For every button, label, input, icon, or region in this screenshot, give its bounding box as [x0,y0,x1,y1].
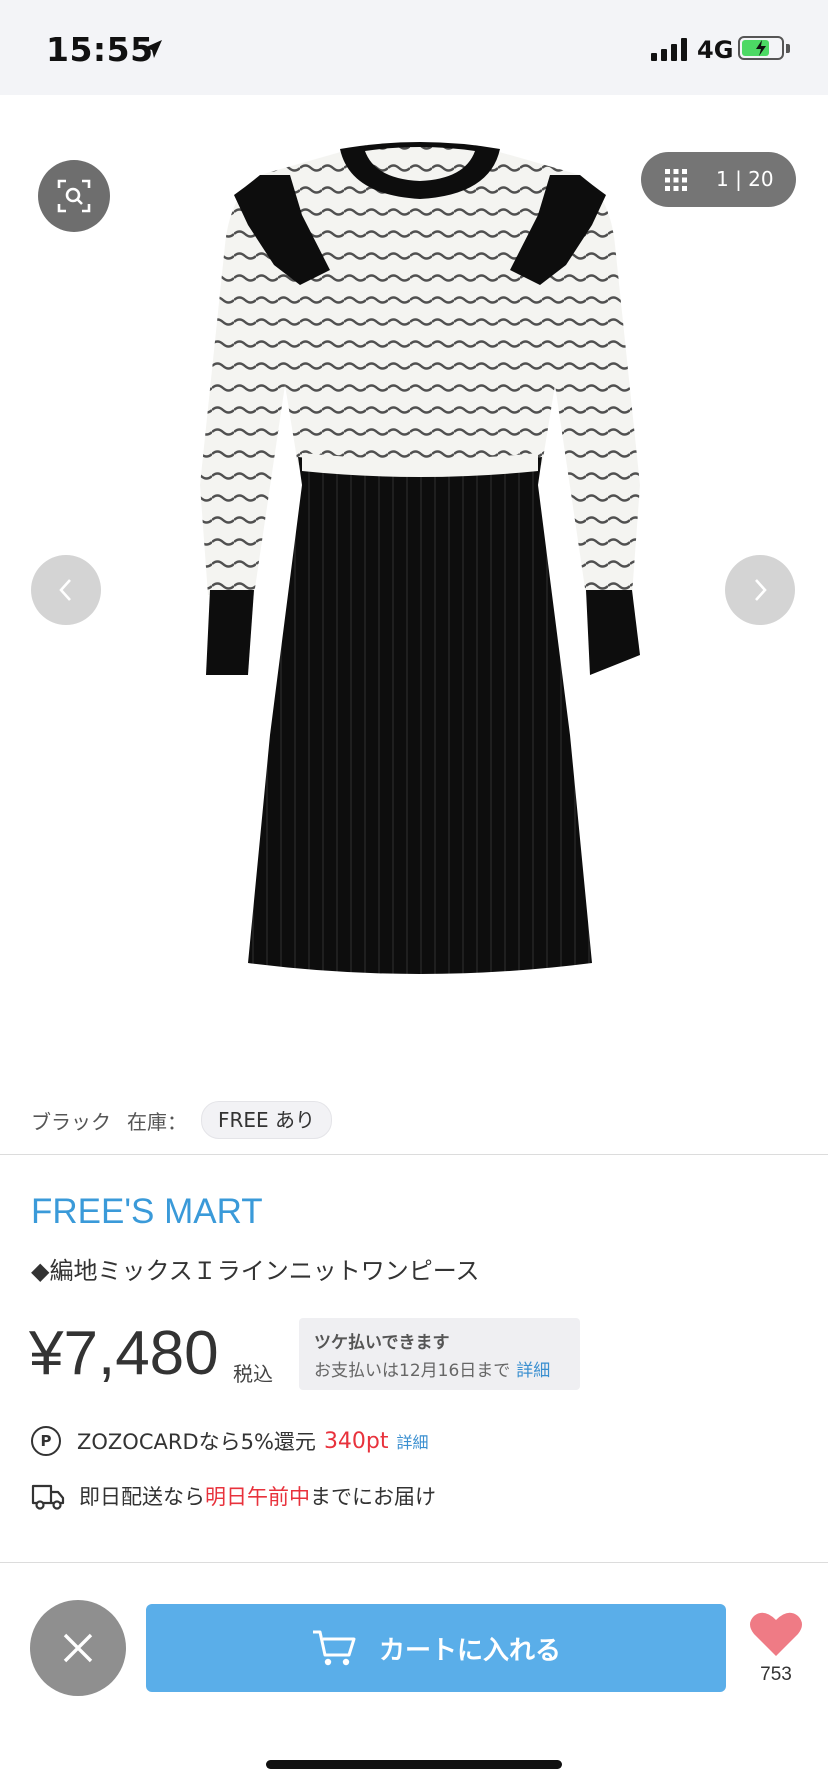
points-icon: P [31,1426,61,1456]
grid-icon [665,168,687,191]
product-image [200,142,640,974]
chevron-left-icon [59,579,71,601]
status-time: 15:55 [46,30,154,69]
points-text: ZOZOCARDなら5%還元 [77,1430,316,1454]
cellular-signal-icon [651,37,689,61]
battery-nub [786,44,790,53]
battery-icon [738,36,784,60]
product-price: ¥7,480 [29,1319,219,1388]
stock-label: 在庫： [127,1109,187,1134]
tax-label: 税込 [233,1362,273,1386]
add-to-cart-label: カートに入れる [378,1635,561,1666]
chevron-right-icon [755,579,767,601]
add-to-cart-button[interactable]: カートに入れる [146,1604,726,1692]
bottom-action-bar: カートに入れる 753 [0,1572,828,1792]
points-row: P ZOZOCARDなら5%還元 340pt 詳細 [31,1424,429,1458]
delivery-prefix: 即日配送なら [79,1485,205,1509]
image-counter-text: 1 | 20 [716,167,774,191]
deferred-payment-details-link[interactable]: 詳細 [516,1361,550,1381]
image-search-icon [57,179,91,213]
image-search-button[interactable] [38,160,110,232]
cart-icon [312,1630,356,1666]
delivery-truck-icon [31,1484,65,1510]
delivery-suffix: までにお届け [310,1485,436,1509]
next-image-button[interactable] [725,555,795,625]
favorite-button[interactable]: 753 [746,1610,806,1686]
delivery-row: 即日配送なら 明日午前中 までにお届け [31,1478,436,1514]
deferred-payment-title: ツケ払いできます [314,1333,450,1353]
favorite-count: 753 [760,1664,792,1685]
previous-image-button[interactable] [31,555,101,625]
close-button[interactable] [30,1600,126,1696]
close-icon [63,1633,93,1663]
deferred-payment-box: ツケ払いできます お支払いは12月16日まで 詳細 [299,1318,580,1390]
product-image-gallery[interactable]: 1 | 20 [0,95,828,1075]
heart-icon [750,1612,802,1656]
stock-size-chip[interactable]: FREE あり [201,1101,333,1139]
delivery-highlight: 明日午前中 [205,1485,310,1509]
deferred-payment-subtitle: お支払いは12月16日まで 詳細 [314,1356,550,1381]
deferred-payment-deadline: お支払いは12月16日まで [314,1361,511,1381]
home-indicator [266,1760,562,1769]
image-counter-button[interactable]: 1 | 20 [641,152,796,207]
divider [0,1154,828,1155]
charging-bolt-icon [756,40,766,56]
points-amount: 340pt [323,1428,389,1454]
points-details-link[interactable]: 詳細 [397,1429,429,1453]
status-bar: 15:55 4G [0,0,828,95]
network-type: 4G [697,36,734,64]
divider [0,1562,828,1563]
product-name: ◆編地ミックスＩラインニットワンピース [31,1257,480,1285]
variant-row: ブラック 在庫： FREE あり [31,1101,333,1139]
color-label: ブラック [31,1109,111,1134]
brand-link[interactable]: FREE'S MART [31,1192,263,1232]
location-arrow-icon [144,40,162,58]
